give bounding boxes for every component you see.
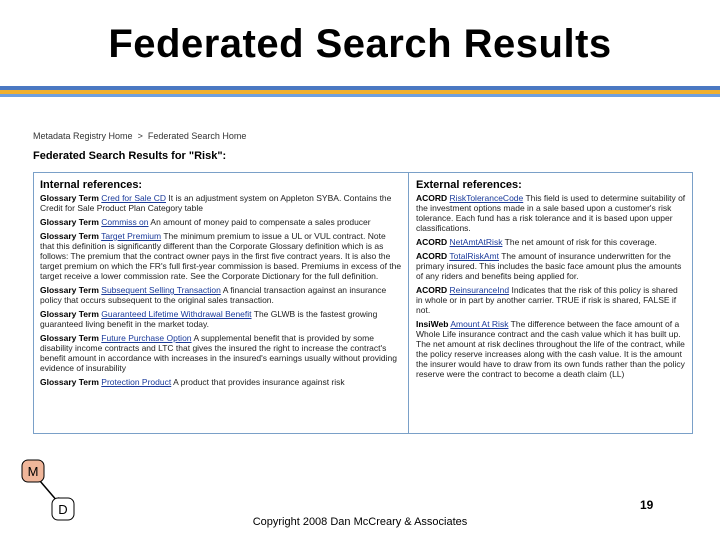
- entry-term-link[interactable]: Subsequent Selling Transaction: [101, 285, 221, 295]
- entry-description: A product that provides insurance agains…: [173, 377, 345, 387]
- results-heading: Federated Search Results for "Risk":: [33, 150, 227, 162]
- internal-entry: Glossary Term Commiss on An amount of mo…: [40, 217, 402, 227]
- external-entry: ACORD NetAmtAtRisk The net amount of ris…: [416, 237, 686, 247]
- entry-term-link[interactable]: Guaranteed Lifetime Withdrawal Benefit: [101, 309, 251, 319]
- internal-entry: Glossary Term Future Purchase Option A s…: [40, 333, 402, 373]
- metadata-diagram: M D: [21, 459, 75, 521]
- diagram-node-m-label: M: [28, 464, 39, 479]
- entry-type: Glossary Term: [40, 193, 99, 203]
- external-entry: InsiWeb Amount At Risk The difference be…: [416, 319, 686, 379]
- breadcrumb-separator: >: [137, 131, 143, 141]
- external-references-title: External references:: [416, 179, 522, 191]
- entry-type: Glossary Term: [40, 377, 99, 387]
- breadcrumb-home-link[interactable]: Metadata Registry Home: [33, 131, 133, 141]
- internal-entry: Glossary Term Target Premium The minimum…: [40, 231, 402, 281]
- entry-type: Glossary Term: [40, 285, 99, 295]
- entry-type: ACORD: [416, 251, 448, 261]
- entry-term-link[interactable]: TotalRiskAmt: [449, 251, 499, 261]
- entry-type: ACORD: [416, 237, 448, 247]
- entry-type: ACORD: [416, 193, 448, 203]
- entry-type: Glossary Term: [40, 309, 99, 319]
- entry-type: Glossary Term: [40, 217, 99, 227]
- entry-description: An amount of money paid to compensate a …: [150, 217, 371, 227]
- title-rule-lightblue: [0, 94, 720, 97]
- entry-type: Glossary Term: [40, 333, 99, 343]
- results-panel: Internal references: Glossary Term Cred …: [33, 172, 693, 434]
- internal-entry: Glossary Term Subsequent Selling Transac…: [40, 285, 402, 305]
- entry-term-link[interactable]: Amount At Risk: [450, 319, 508, 329]
- internal-entry: Glossary Term Protection Product A produ…: [40, 377, 402, 387]
- internal-entry: Glossary Term Cred for Sale CD It is an …: [40, 193, 402, 213]
- internal-references-column: Internal references: Glossary Term Cred …: [34, 173, 409, 433]
- external-references-column: External references: ACORD RiskTolerance…: [410, 173, 692, 433]
- entry-term-link[interactable]: Protection Product: [101, 377, 171, 387]
- entry-term-link[interactable]: Target Premium: [101, 231, 161, 241]
- page-number: 19: [640, 498, 654, 512]
- external-entry: ACORD ReinsuranceInd Indicates that the …: [416, 285, 686, 315]
- diagram-node-d-label: D: [58, 502, 67, 517]
- copyright-text: Copyright 2008 Dan McCreary & Associates: [252, 516, 468, 528]
- entry-term-link[interactable]: ReinsuranceInd: [450, 285, 510, 295]
- entry-type: InsiWeb: [416, 319, 449, 329]
- slide-title: Federated Search Results: [108, 22, 612, 66]
- external-entries: ACORD RiskToleranceCode This field is us…: [410, 193, 692, 379]
- entry-term-link[interactable]: NetAmtAtRisk: [450, 237, 503, 247]
- external-entry: ACORD TotalRiskAmt The amount of insuran…: [416, 251, 686, 281]
- internal-entries: Glossary Term Cred for Sale CD It is an …: [34, 193, 408, 387]
- entry-term-link[interactable]: Cred for Sale CD: [101, 193, 166, 203]
- entry-term-link[interactable]: RiskToleranceCode: [450, 193, 524, 203]
- entry-description: The net amount of risk for this coverage…: [504, 237, 657, 247]
- breadcrumb-federated-link[interactable]: Federated Search Home: [148, 131, 247, 141]
- entry-term-link[interactable]: Future Purchase Option: [101, 333, 191, 343]
- internal-references-title: Internal references:: [40, 179, 143, 191]
- external-entry: ACORD RiskToleranceCode This field is us…: [416, 193, 686, 233]
- entry-type: Glossary Term: [40, 231, 99, 241]
- internal-entry: Glossary Term Guaranteed Lifetime Withdr…: [40, 309, 402, 329]
- entry-type: ACORD: [416, 285, 448, 295]
- breadcrumb: Metadata Registry Home > Federated Searc…: [33, 131, 246, 141]
- entry-term-link[interactable]: Commiss on: [101, 217, 148, 227]
